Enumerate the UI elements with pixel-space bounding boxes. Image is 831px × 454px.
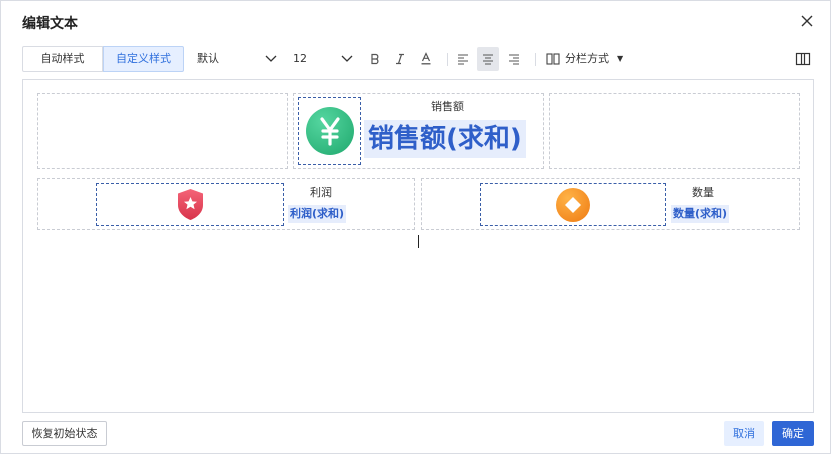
text-editor-area[interactable]: 销售额 销售额(求和) 利润 利润(求和) 数量 数量(求和) (22, 79, 814, 413)
caret-down-icon: ▼ (617, 54, 624, 63)
font-size-value: 12 (293, 52, 307, 65)
confirm-button[interactable]: 确定 (772, 421, 814, 446)
column-layout-label: 分栏方式 (565, 52, 609, 65)
font-color-icon[interactable] (415, 47, 437, 71)
metric-title: 销售额 (431, 100, 464, 113)
cancel-button[interactable]: 取消 (724, 421, 764, 446)
panel-layout-icon[interactable] (795, 51, 811, 67)
tab-custom-style[interactable]: 自定义样式 (103, 46, 184, 72)
font-family-value: 默认 (197, 52, 219, 65)
metric-field-value[interactable]: 数量(求和) (671, 205, 730, 223)
reset-button[interactable]: 恢复初始状态 (22, 421, 107, 446)
tab-auto-style[interactable]: 自动样式 (22, 46, 103, 72)
metric-card-quantity[interactable]: 数量 数量(求和) (421, 178, 800, 230)
toolbar-separator (447, 53, 448, 66)
text-cursor (418, 235, 419, 248)
icon-selection-box[interactable] (298, 97, 361, 165)
editor-toolbar: 自动样式 自定义样式 默认 12 分栏方式 ▼ (22, 46, 814, 72)
chevron-down-icon (341, 55, 353, 62)
metric-title: 利润 (310, 186, 332, 199)
metric-field-value[interactable]: 利润(求和) (288, 205, 347, 223)
chevron-down-icon (265, 55, 277, 62)
metric-field-value[interactable]: 销售额(求和) (364, 120, 526, 158)
icon-selection-box[interactable] (96, 183, 284, 226)
metric-card-profit[interactable]: 利润 利润(求和) (37, 178, 415, 230)
columns-icon (546, 53, 560, 65)
toolbar-separator (535, 53, 536, 66)
align-center-icon[interactable] (477, 47, 499, 71)
font-family-select[interactable]: 默认 (197, 46, 279, 72)
layout-cell-empty (37, 93, 288, 169)
edit-text-dialog: 编辑文本 自动样式 自定义样式 默认 12 分栏方式 ▼ 销售额 销售额(求和)… (0, 0, 831, 454)
metric-title: 数量 (692, 186, 714, 199)
yen-icon (306, 107, 354, 155)
dialog-title: 编辑文本 (22, 16, 78, 32)
bold-icon[interactable] (364, 47, 386, 71)
diamond-icon (556, 188, 590, 222)
icon-selection-box[interactable] (480, 183, 666, 226)
align-left-icon[interactable] (452, 47, 474, 71)
font-size-select[interactable]: 12 (293, 46, 355, 72)
close-icon[interactable] (798, 12, 816, 30)
align-right-icon[interactable] (503, 47, 525, 71)
metric-card-sales[interactable]: 销售额 销售额(求和) (293, 93, 544, 169)
star-shield-icon (178, 189, 203, 220)
layout-cell-empty (549, 93, 800, 169)
italic-icon[interactable] (389, 47, 411, 71)
